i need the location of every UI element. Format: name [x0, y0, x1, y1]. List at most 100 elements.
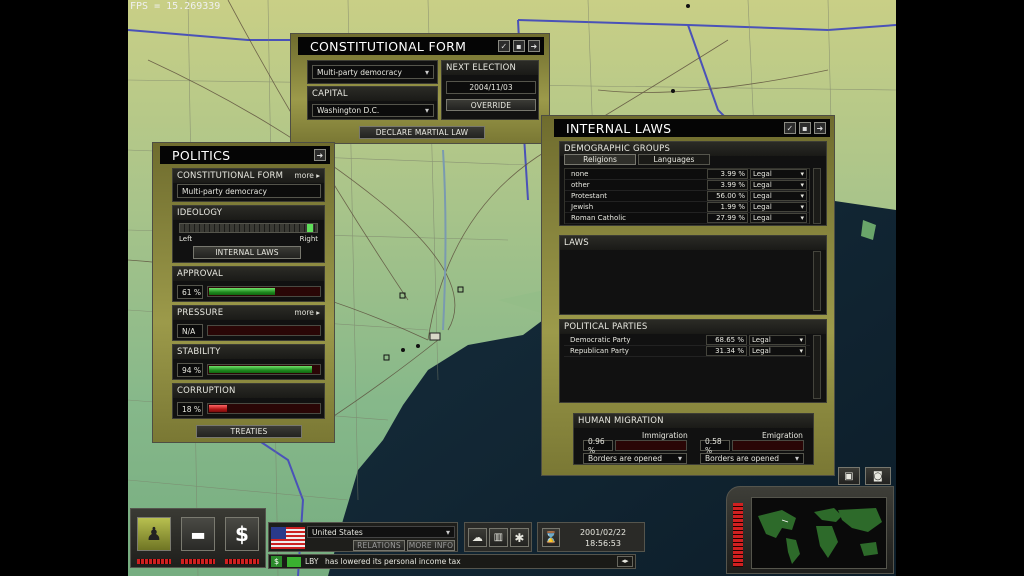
- religion-list: none 3.99 % Legal ▾ other 3.99 % Legal ▾ Protest…: [564, 168, 810, 224]
- religion-status-select[interactable]: Legal ▾: [750, 169, 807, 179]
- ideology-section: IDEOLOGY Left Right INTERNAL LAWS: [172, 205, 325, 263]
- religion-status-select[interactable]: Legal ▾: [750, 191, 807, 201]
- corruption-bar: [207, 403, 321, 414]
- constitutional-form-header: CONSTITUTIONAL FORM ✓ ▪ ➜: [298, 37, 544, 55]
- internal-laws-title: INTERNAL LAWS: [566, 120, 672, 136]
- close-arrow-icon[interactable]: ➜: [814, 122, 826, 134]
- money-icon[interactable]: $: [271, 556, 282, 567]
- political-parties-label: POLITICAL PARTIES: [560, 320, 826, 334]
- religion-status-select[interactable]: Legal ▾: [750, 180, 807, 190]
- relations-button[interactable]: RELATIONS: [353, 540, 405, 551]
- religion-status-select[interactable]: Legal ▾: [750, 213, 807, 223]
- religion-row[interactable]: Protestant 56.00 % Legal ▾: [565, 191, 809, 202]
- religion-percent: 1.99 %: [707, 202, 748, 212]
- minimize-icon[interactable]: ✓: [498, 40, 510, 52]
- us-flag-icon[interactable]: [271, 527, 305, 549]
- party-name: Republican Party: [570, 347, 629, 355]
- internal-laws-panel: INTERNAL LAWS ✓ ▪ ➜ DEMOGRAPHIC GROUPS R…: [541, 115, 835, 476]
- pressure-more-link[interactable]: more ▸: [294, 308, 320, 317]
- save-button[interactable]: ▣: [838, 467, 860, 485]
- party-row[interactable]: Republican Party 31.34 % Legal ▾: [564, 346, 810, 357]
- close-arrow-icon[interactable]: ➜: [314, 149, 326, 161]
- capital-box: CAPITAL Washington D.C.: [307, 86, 438, 120]
- religion-row[interactable]: Jewish 1.99 % Legal ▾: [565, 202, 809, 213]
- internal-laws-button[interactable]: INTERNAL LAWS: [193, 246, 301, 259]
- politics-panel: POLITICS ➜ CONSTITUTIONAL FORM more ▸ Mu…: [152, 142, 335, 443]
- religion-percent: 3.99 %: [707, 169, 748, 179]
- party-status-select[interactable]: Legal ▾: [749, 346, 806, 356]
- next-election-label: NEXT ELECTION: [442, 61, 538, 75]
- military-tab-button[interactable]: ▬: [181, 517, 215, 551]
- human-migration-section: HUMAN MIGRATION Immigration Emigration 0…: [573, 413, 814, 465]
- chevron-down-icon: ▾: [800, 170, 804, 178]
- emigration-value: 0.58 %: [700, 437, 730, 455]
- constitutional-form-select[interactable]: Multi-party democracy: [312, 65, 434, 79]
- politics-tab-button[interactable]: ♟: [137, 517, 171, 551]
- immigration-label: Immigration: [642, 431, 688, 440]
- override-button[interactable]: OVERRIDE: [446, 99, 536, 111]
- gear-icon: ✱: [514, 530, 525, 545]
- religion-percent: 3.99 %: [707, 180, 748, 190]
- country-select[interactable]: United States: [307, 526, 455, 538]
- treaties-button[interactable]: TREATIES: [196, 425, 302, 438]
- party-status-select[interactable]: Legal ▾: [749, 335, 806, 345]
- next-election-date: 2004/11/03: [446, 81, 536, 94]
- settings-button[interactable]: ✱: [510, 528, 529, 547]
- emigration-bar: [732, 440, 804, 451]
- next-election-box: NEXT ELECTION 2004/11/03 OVERRIDE: [441, 60, 539, 120]
- ideology-slider-handle[interactable]: [307, 224, 314, 232]
- minimize-icon[interactable]: ✓: [784, 122, 796, 134]
- demographic-groups-section: DEMOGRAPHIC GROUPS Religions Languages n…: [559, 141, 827, 226]
- economy-tab-button[interactable]: $: [225, 517, 259, 551]
- immigration-bar: [615, 440, 687, 451]
- emigration-policy-select[interactable]: Borders are opened: [700, 453, 804, 464]
- religion-name: Roman Catholic: [571, 214, 626, 222]
- tab-religions[interactable]: Religions: [564, 154, 636, 165]
- close-arrow-icon[interactable]: ➜: [528, 40, 540, 52]
- declare-martial-law-button[interactable]: DECLARE MARTIAL LAW: [359, 126, 485, 139]
- chevron-down-icon: ▾: [800, 192, 804, 200]
- party-name: Democratic Party: [570, 336, 631, 344]
- religion-name: Protestant: [571, 192, 608, 200]
- pin-icon[interactable]: ▪: [799, 122, 811, 134]
- constitutional-more-link[interactable]: more ▸: [294, 171, 320, 180]
- corruption-value: 18 %: [177, 402, 203, 416]
- game-speed-button[interactable]: ⌛: [542, 528, 560, 547]
- immigration-value: 0.96 %: [583, 437, 613, 455]
- capital-select[interactable]: Washington D.C.: [312, 104, 434, 117]
- stability-label: STABILITY: [173, 345, 324, 359]
- chat-bubble-icon: ☁: [471, 531, 484, 544]
- religion-row[interactable]: Roman Catholic 27.99 % Legal ▾: [565, 213, 809, 224]
- religion-row[interactable]: none 3.99 % Legal ▾: [565, 169, 809, 180]
- party-row[interactable]: Democratic Party 68.65 % Legal ▾: [564, 335, 810, 346]
- religion-percent: 27.99 %: [707, 213, 748, 223]
- ticker-country-code[interactable]: LBY: [305, 557, 319, 566]
- minimap[interactable]: [751, 497, 887, 569]
- minimap-led-strip: [733, 503, 743, 567]
- chart-icon: ▥: [493, 532, 504, 543]
- laws-label: LAWS: [560, 236, 826, 250]
- ticker-expand-icon[interactable]: ◂▸: [617, 556, 633, 567]
- fps-counter: FPS = 15.269339: [130, 1, 221, 12]
- chat-button[interactable]: ☁: [468, 528, 487, 547]
- immigration-policy-select[interactable]: Borders are opened: [583, 453, 687, 464]
- approval-bar: [207, 286, 321, 297]
- ticker-message: has lowered its personal income tax: [325, 557, 461, 566]
- statistics-button[interactable]: ▥: [489, 528, 508, 547]
- more-info-button[interactable]: MORE INFO: [407, 540, 455, 551]
- screenshot-button[interactable]: ◙: [865, 467, 891, 485]
- laws-scrollbar[interactable]: [813, 251, 821, 311]
- religion-scrollbar[interactable]: [813, 168, 821, 224]
- approval-section: APPROVAL 61 %: [172, 266, 325, 302]
- tab-languages[interactable]: Languages: [638, 154, 710, 165]
- game-date: 2001/02/22: [579, 528, 627, 537]
- pin-icon[interactable]: ▪: [513, 40, 525, 52]
- clock-box: ⌛ 2001/02/22 18:56:53: [537, 522, 645, 552]
- ideology-slider[interactable]: [179, 223, 318, 233]
- constitutional-form-panel: CONSTITUTIONAL FORM ✓ ▪ ➜ Multi-party de…: [290, 33, 550, 144]
- pressure-bar: [207, 325, 321, 336]
- religion-row[interactable]: other 3.99 % Legal ▾: [565, 180, 809, 191]
- religion-status-select[interactable]: Legal ▾: [750, 202, 807, 212]
- parties-scrollbar[interactable]: [813, 335, 821, 399]
- stability-value: 94 %: [177, 363, 203, 377]
